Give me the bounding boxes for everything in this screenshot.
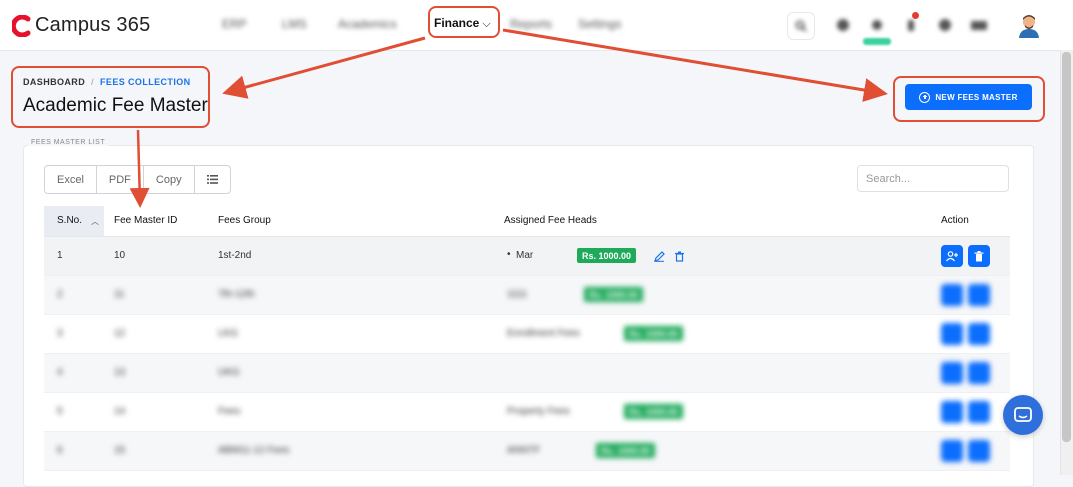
arrow-to-title xyxy=(222,36,426,99)
arrow-to-new-button xyxy=(502,28,888,102)
arrow-to-table xyxy=(129,129,150,208)
annotation-arrows xyxy=(129,28,888,208)
